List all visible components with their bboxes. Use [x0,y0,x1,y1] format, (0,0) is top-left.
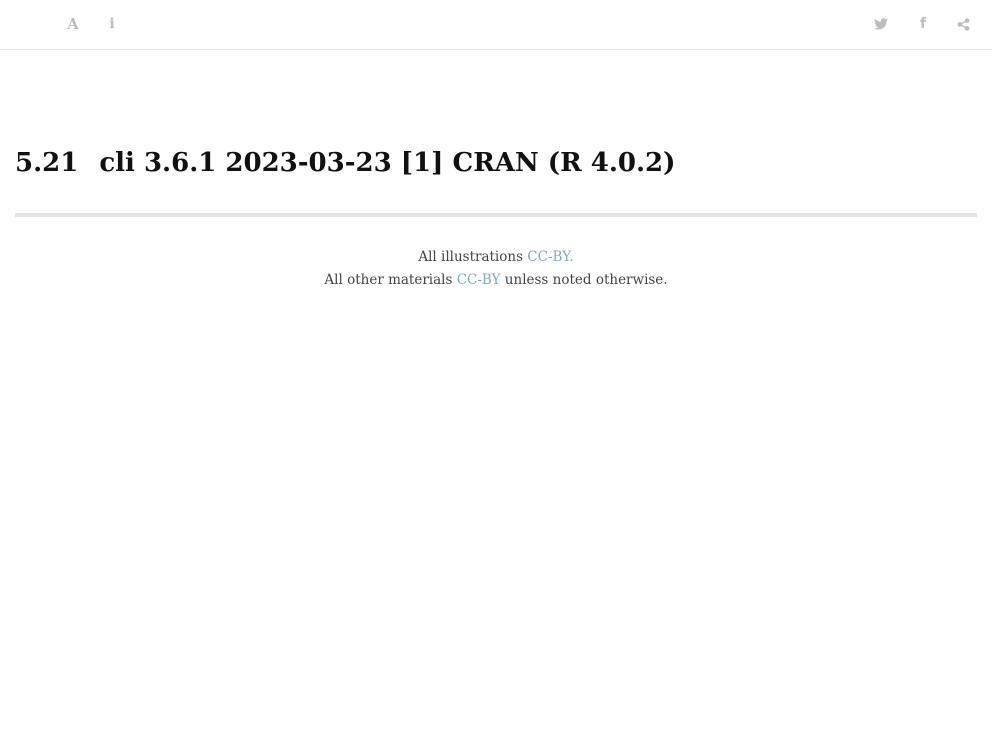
license-footer: All illustrations CC-BY. All other mater… [0,246,992,292]
twitter-share-button[interactable] [869,12,893,36]
font-settings-button[interactable]: A [61,12,85,36]
share-button[interactable] [951,12,975,36]
facebook-icon: f [919,16,927,32]
share-icon [957,17,969,31]
font-settings-icon: A [67,14,79,33]
section-divider [15,213,977,217]
illustrations-license-line: All illustrations CC-BY. [0,246,992,269]
illustrations-license-link[interactable]: CC-BY. [527,249,573,265]
illustrations-license-text: All illustrations [418,249,528,265]
twitter-icon [874,18,888,30]
materials-license-link[interactable]: CC-BY [457,272,501,288]
materials-license-text: All other materials [324,272,457,288]
top-toolbar: A i f [0,0,992,50]
section-title: cli 3.6.1 2023-03-23 [1] CRAN (R 4.0.2) [99,148,676,178]
info-button[interactable]: i [100,12,124,36]
facebook-share-button[interactable]: f [911,12,935,36]
section-number: 5.21 [15,148,79,178]
section-heading: 5.21 cli 3.6.1 2023-03-23 [1] CRAN (R 4.0… [15,143,675,183]
materials-license-suffix: unless noted otherwise. [500,272,668,288]
materials-license-line: All other materials CC-BY unless noted o… [0,269,992,292]
info-icon: i [109,16,115,32]
